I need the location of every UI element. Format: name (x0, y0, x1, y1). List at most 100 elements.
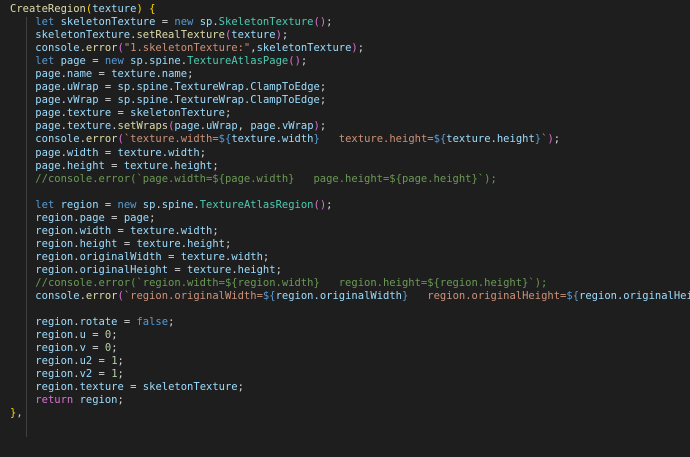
code-token: `region.originalWidth= (123, 290, 263, 303)
code-line[interactable]: region.u2 = 1; (10, 355, 690, 368)
code-line[interactable]: page.uWrap = sp.spine.TextureWrap.ClampT… (10, 81, 690, 94)
code-line[interactable]: let page = new sp.spine.TextureAtlasPage… (10, 55, 690, 68)
code-token: name (161, 68, 188, 81)
code-line[interactable]: return region; (10, 394, 690, 407)
code-line[interactable]: region.height = texture.height; (10, 238, 690, 251)
code-token: ; (326, 16, 333, 29)
code-token: = (85, 55, 105, 68)
code-token: return (35, 394, 74, 407)
code-line[interactable]: region.u = 0; (10, 329, 690, 342)
code-token: height (79, 237, 118, 250)
code-token: region (35, 329, 74, 342)
code-token: ClampToEdge (250, 81, 320, 94)
code-token: vWrap (66, 94, 99, 107)
code-line[interactable]: page.texture.setWraps(page.uWrap, page.v… (10, 120, 690, 133)
code-token: texture (66, 107, 112, 120)
code-token: ; (225, 237, 232, 250)
code-line[interactable]: page.name = texture.name; (10, 68, 690, 81)
code-line[interactable]: console.error(`texture.width=${texture.w… (10, 133, 690, 146)
code-token: region.originalWidth (275, 290, 402, 303)
code-line[interactable]: region.texture = skeletonTexture; (10, 381, 690, 394)
code-line[interactable]: CreateRegion(texture) { (10, 3, 690, 16)
code-line[interactable]: region.rotate = false; (10, 316, 690, 329)
code-token: region (35, 368, 74, 381)
code-token: page (35, 146, 61, 159)
code-line[interactable] (10, 303, 690, 316)
code-token: = (155, 16, 175, 29)
code-token: sp (199, 16, 213, 29)
code-line[interactable]: console.error(`region.originalWidth=${re… (10, 290, 690, 303)
code-line[interactable]: region.width = texture.width; (10, 225, 690, 238)
code-token: sp (117, 94, 131, 107)
code-token: console (35, 290, 80, 303)
code-token: setRealTexture (136, 29, 225, 42)
code-line[interactable]: let region = new sp.spine.TextureAtlasRe… (10, 199, 690, 212)
code-line[interactable]: page.vWrap = sp.spine.TextureWrap.ClampT… (10, 94, 690, 107)
code-line[interactable]: page.texture = skeletonTexture; (10, 107, 690, 120)
code-token: = (98, 94, 118, 107)
code-token: height (237, 263, 276, 276)
code-token: u2 (79, 355, 93, 368)
code-line[interactable]: region.page = page; (10, 212, 690, 225)
code-line[interactable]: console.error("1.skeletonTexture:",skele… (10, 42, 690, 55)
code-token: ${ (218, 133, 232, 146)
code-token: = (85, 329, 105, 342)
code-token: ; (117, 368, 124, 381)
code-token: "1.skeletonTexture:" (123, 42, 251, 55)
code-line[interactable]: skeletonTexture.setRealTexture(texture); (10, 29, 690, 42)
code-line[interactable]: //console.error(`page.width=${page.width… (10, 173, 690, 186)
code-line[interactable]: region.originalHeight = texture.height; (10, 264, 690, 277)
code-line[interactable] (10, 186, 690, 199)
code-token: ; (199, 146, 207, 159)
code-token: error (85, 290, 118, 303)
code-line[interactable]: region.originalWidth = texture.width; (10, 251, 690, 264)
code-token: region (35, 211, 74, 224)
code-token: console (35, 133, 80, 146)
code-token: page (174, 120, 200, 133)
code-line[interactable]: region.v = 0; (10, 342, 690, 355)
code-line[interactable]: region.v2 = 1; (10, 368, 690, 381)
code-line[interactable]: //console.error(`region.width=${region.w… (10, 277, 690, 290)
code-token: page (35, 68, 61, 81)
code-token: ; (117, 355, 124, 368)
code-token: = (168, 263, 188, 276)
code-token: = (98, 198, 118, 211)
code-token: ; (111, 329, 118, 342)
code-token: ; (357, 42, 365, 55)
code-token: sp (117, 81, 131, 94)
code-line[interactable]: let skeletonTexture = new sp.SkeletonTex… (10, 16, 690, 29)
code-line[interactable]: page.width = texture.width; (10, 147, 690, 160)
code-token: false (136, 316, 169, 329)
code-token: = (98, 146, 118, 159)
code-token: texture (79, 381, 124, 394)
code-token: sp (130, 55, 143, 68)
code-line[interactable]: }, (10, 407, 690, 420)
code-token: new (117, 198, 137, 211)
code-editor[interactable]: CreateRegion(texture) { let skeletonText… (0, 0, 690, 457)
code-token: error (85, 42, 118, 55)
code-line[interactable]: page.height = texture.height; (10, 160, 690, 173)
code-token: page (35, 159, 61, 172)
code-token: ${ (262, 290, 276, 303)
code-token: `texture.width= (123, 133, 219, 146)
code-token: height (187, 237, 225, 250)
code-token: //console.error(`page.width=${page.width… (35, 172, 497, 185)
code-token: texture (187, 263, 232, 276)
code-token: texture (117, 146, 162, 159)
code-token: originalWidth (79, 250, 162, 263)
code-token: texture (123, 159, 169, 172)
code-token: region (35, 263, 74, 276)
code-token: spine (136, 94, 169, 107)
code-token: CreateRegion (10, 3, 86, 15)
code-token: = (104, 211, 124, 224)
